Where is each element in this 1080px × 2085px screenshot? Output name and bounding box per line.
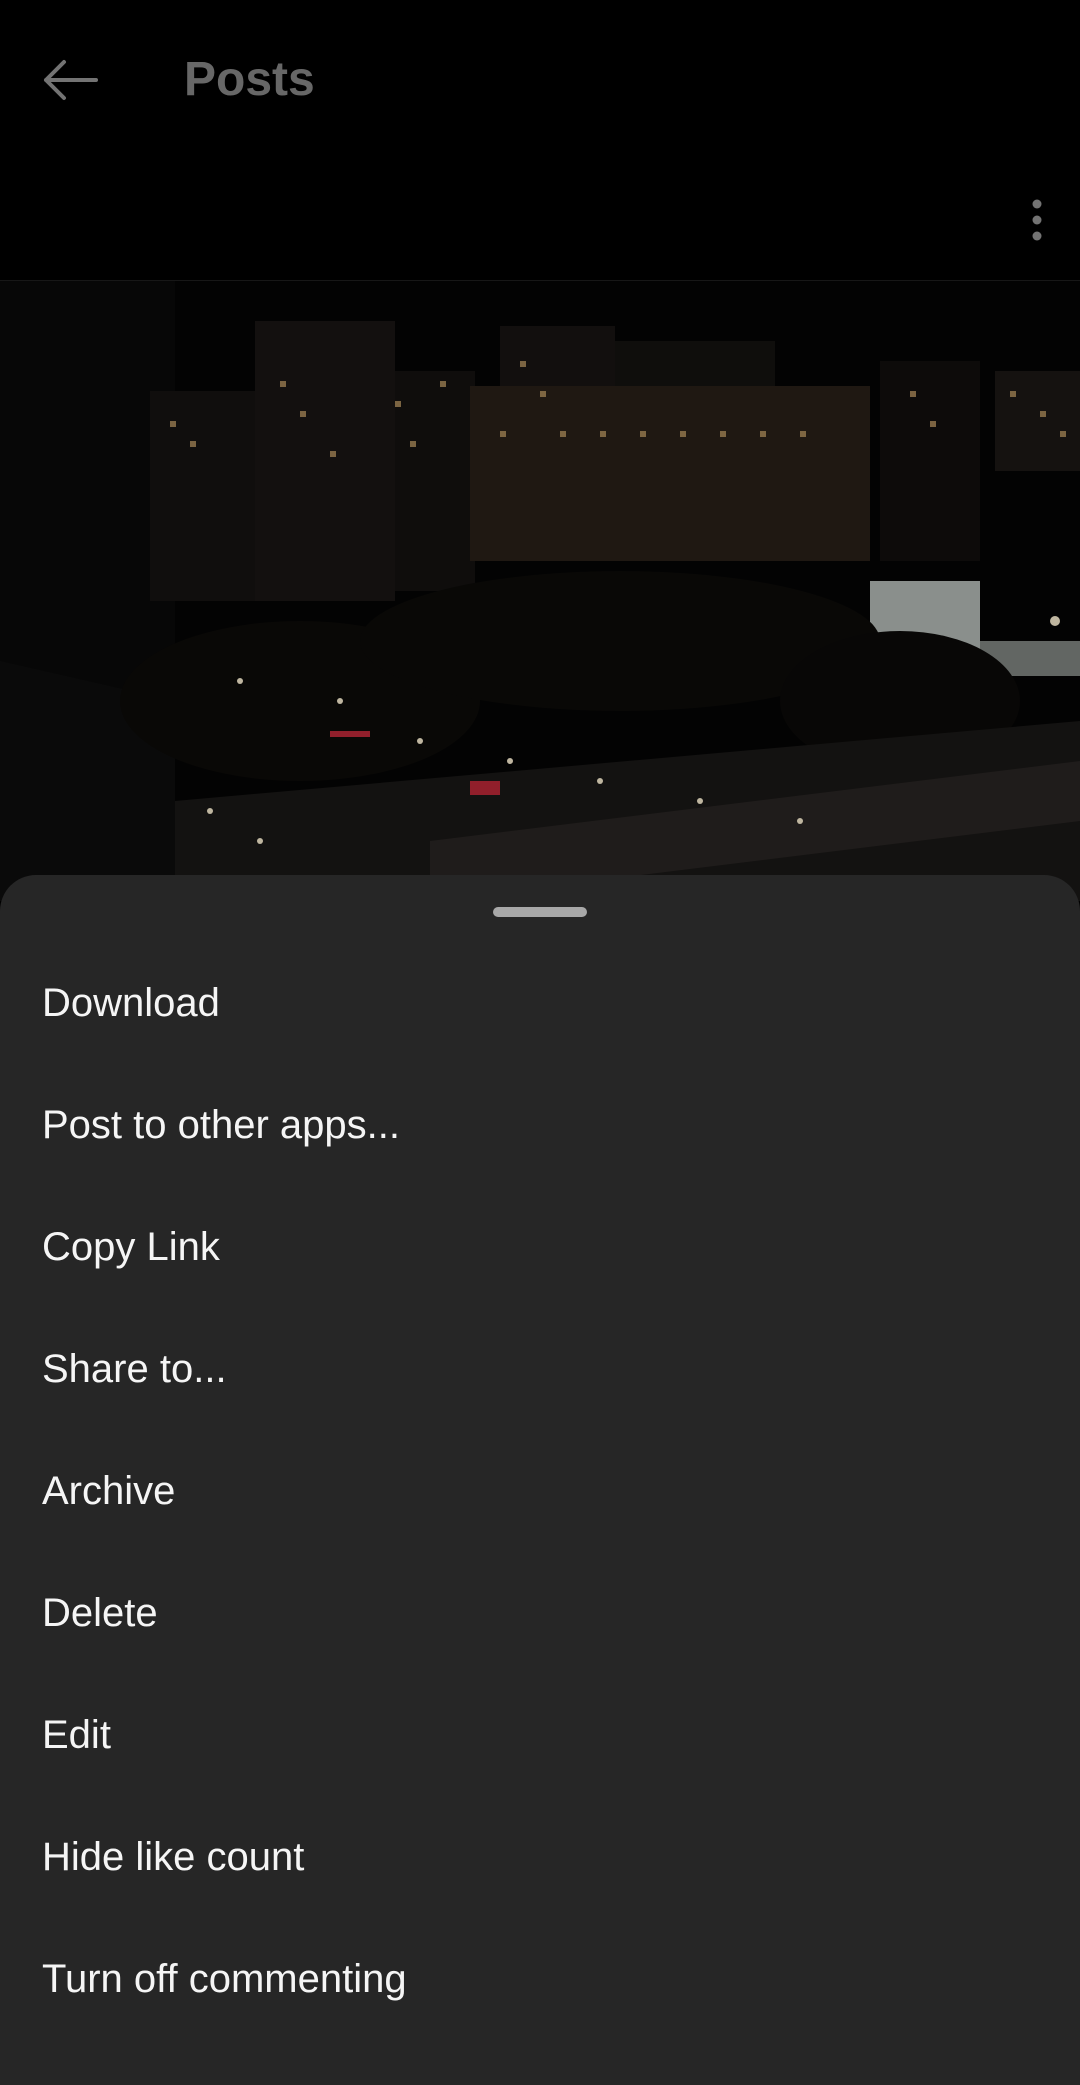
night-city-image: [0, 281, 1080, 901]
menu-item-copy-link[interactable]: Copy Link: [0, 1186, 1080, 1308]
back-button[interactable]: [30, 45, 110, 115]
menu-item-download[interactable]: Download: [0, 942, 1080, 1064]
menu-item-share-to[interactable]: Share to...: [0, 1308, 1080, 1430]
options-menu: Download Post to other apps... Copy Link…: [0, 942, 1080, 2040]
drag-handle[interactable]: [493, 907, 587, 917]
top-bar: Posts: [0, 0, 1080, 160]
arrow-left-icon: [44, 60, 98, 100]
menu-item-turn-off-commenting[interactable]: Turn off commenting: [0, 1918, 1080, 2040]
more-options-button[interactable]: [1002, 185, 1072, 255]
menu-item-archive[interactable]: Archive: [0, 1430, 1080, 1552]
page-title: Posts: [184, 53, 315, 106]
menu-item-post-to-other-apps[interactable]: Post to other apps...: [0, 1064, 1080, 1186]
post-image[interactable]: [0, 281, 1080, 901]
menu-item-delete[interactable]: Delete: [0, 1552, 1080, 1674]
options-bottom-sheet: Download Post to other apps... Copy Link…: [0, 875, 1080, 2085]
menu-item-hide-like-count[interactable]: Hide like count: [0, 1796, 1080, 1918]
post-header: [0, 160, 1080, 281]
menu-item-edit[interactable]: Edit: [0, 1674, 1080, 1796]
vertical-dots-icon: [1032, 199, 1042, 241]
